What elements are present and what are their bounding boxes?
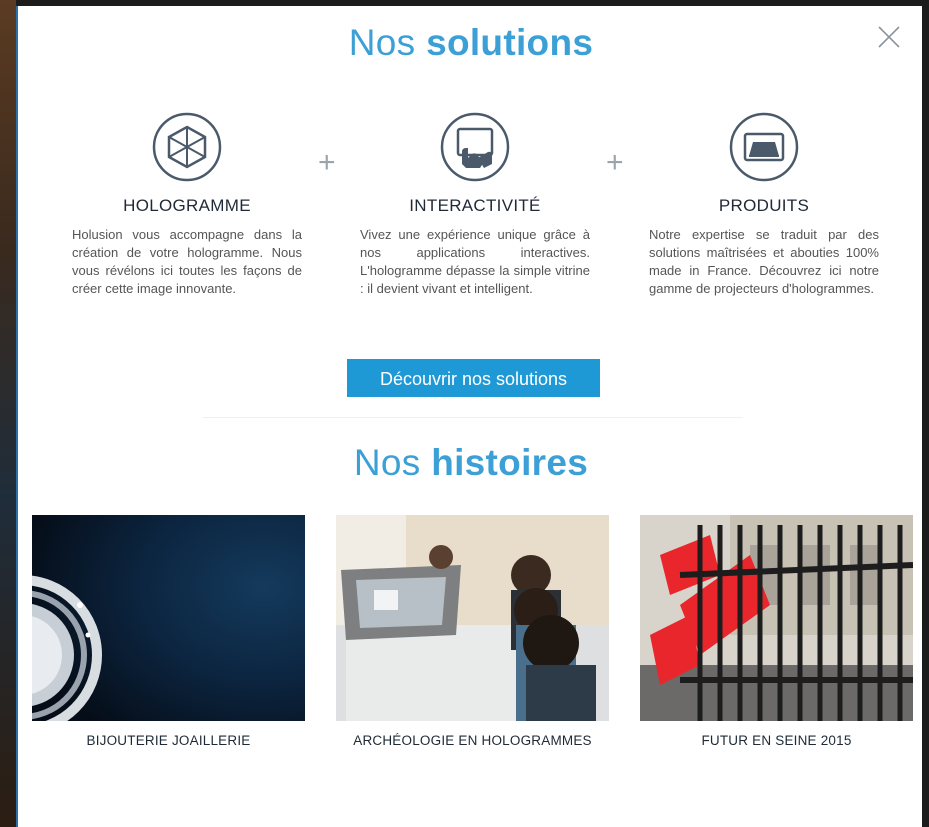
solutions-title-bold: solutions <box>426 22 594 63</box>
story-image-archaeology <box>336 515 609 721</box>
projector-icon <box>729 112 799 182</box>
cube-icon <box>152 112 222 182</box>
backdrop-left <box>0 0 16 827</box>
section-divider <box>203 417 743 418</box>
solution-title: INTERACTIVITÉ <box>409 196 541 215</box>
solution-hologramme[interactable]: HOLOGRAMME Holusion vous accompagne dans… <box>72 112 302 298</box>
solutions-row: HOLOGRAMME Holusion vous accompagne dans… <box>18 112 924 342</box>
touch-screen-icon <box>440 112 510 182</box>
histoires-title: Nos histoires <box>18 442 924 484</box>
solution-text: Vivez une expérience unique grâce à nos … <box>360 227 590 296</box>
histoires-title-bold: histoires <box>431 442 589 483</box>
solutions-modal: Nos solutions HOLOGRAMME Holusion vous a… <box>16 6 922 827</box>
story-futur-en-seine[interactable]: FUTUR EN SEINE 2015 <box>640 515 913 748</box>
plus-sign: + <box>318 146 336 179</box>
solution-text: Holusion vous accompagne dans la créatio… <box>72 227 302 296</box>
story-image-jewelry <box>32 515 305 721</box>
discover-solutions-button[interactable]: Découvrir nos solutions <box>347 359 600 397</box>
story-image-futur-en-seine <box>640 515 913 721</box>
solution-text: Notre expertise se traduit par des solut… <box>649 227 879 296</box>
solutions-title: Nos solutions <box>18 22 924 64</box>
histoires-title-prefix: Nos <box>353 442 421 483</box>
story-caption: BIJOUTERIE JOAILLERIE <box>86 733 251 748</box>
story-caption: ARCHÉOLOGIE EN HOLOGRAMMES <box>353 733 592 748</box>
solution-title: HOLOGRAMME <box>123 196 251 215</box>
solution-interactivite[interactable]: INTERACTIVITÉ Vivez une expérience uniqu… <box>360 112 590 298</box>
story-archeologie[interactable]: ARCHÉOLOGIE EN HOLOGRAMMES <box>336 515 609 748</box>
solution-produits[interactable]: PRODUITS Notre expertise se traduit par … <box>649 112 879 298</box>
story-caption: FUTUR EN SEINE 2015 <box>701 733 852 748</box>
solution-title: PRODUITS <box>718 196 810 215</box>
plus-sign: + <box>606 146 624 179</box>
story-bijouterie[interactable]: BIJOUTERIE JOAILLERIE <box>32 515 305 748</box>
solutions-title-prefix: Nos <box>348 22 416 63</box>
